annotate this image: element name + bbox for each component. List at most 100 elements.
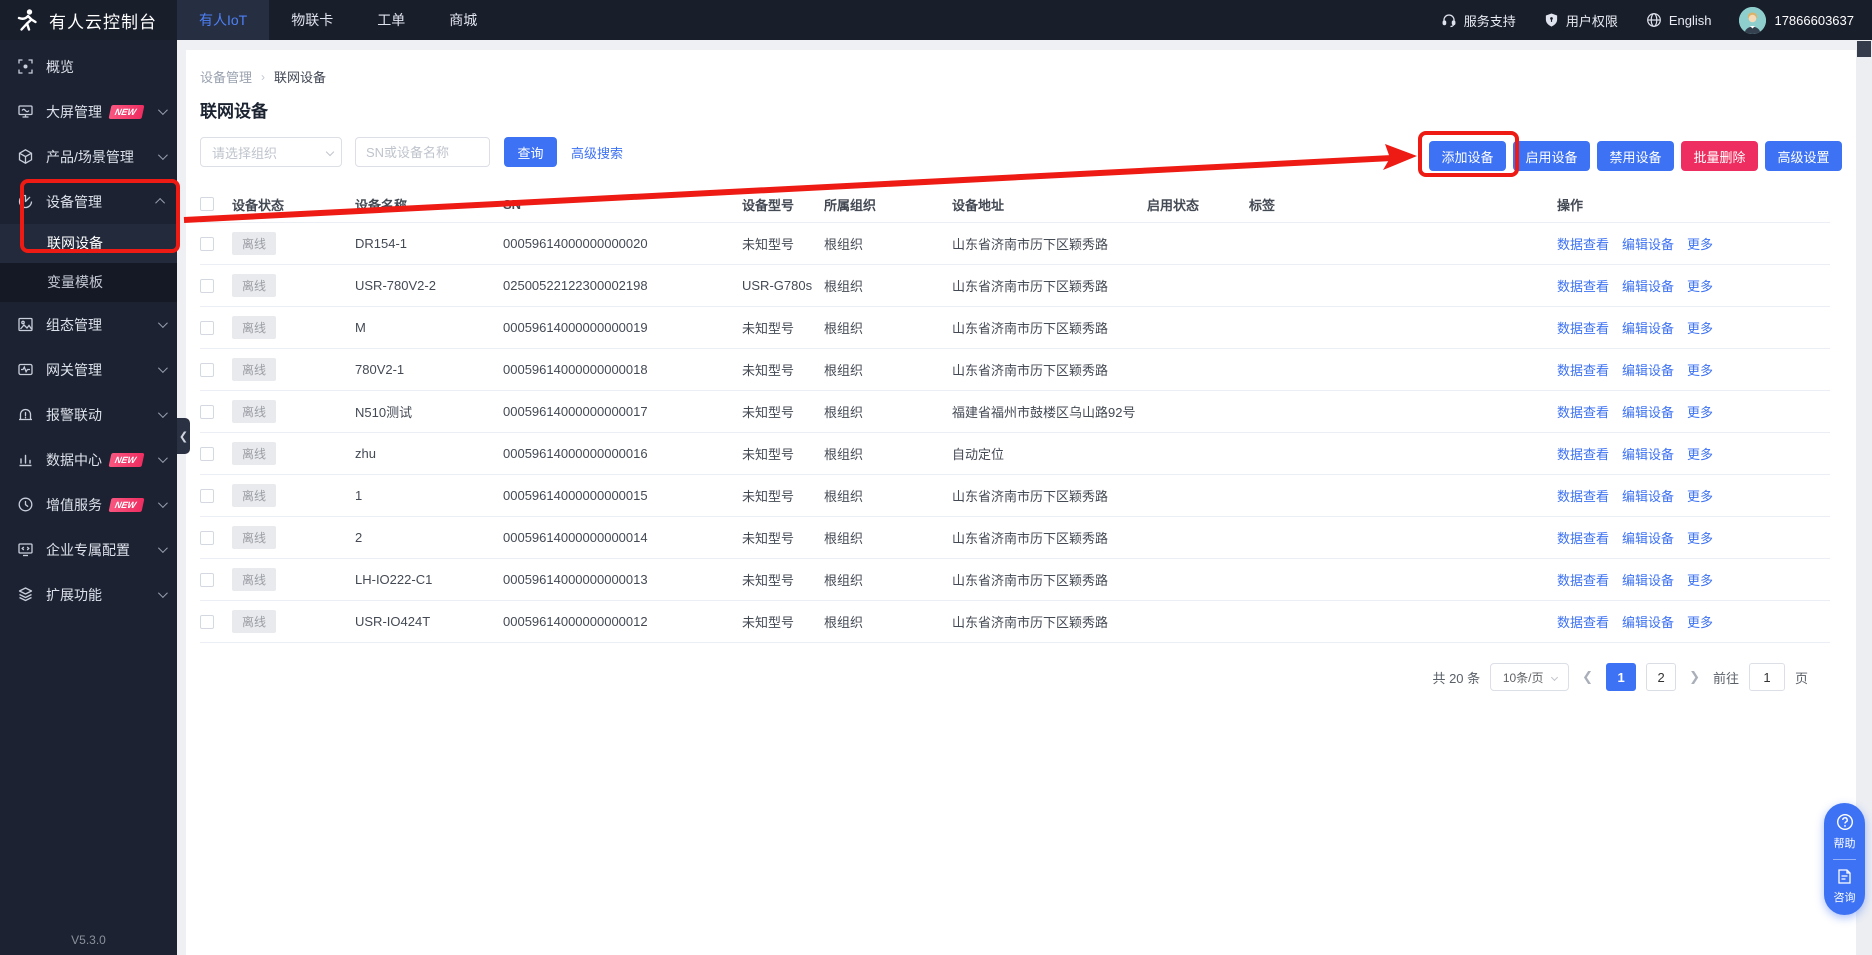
sidebar-item-overview[interactable]: 概览 [0,44,177,89]
query-button[interactable]: 查询 [504,137,557,167]
row-checkbox[interactable] [200,363,214,377]
tab-work-order[interactable]: 工单 [355,0,427,40]
consult-label[interactable]: 咨询 [1834,889,1856,905]
more-link[interactable]: 更多 [1687,318,1713,337]
view-data-link[interactable]: 数据查看 [1557,318,1609,337]
view-data-link[interactable]: 数据查看 [1557,570,1609,589]
enable-device-button[interactable]: 启用设备 [1513,141,1590,171]
sidebar-item-alarm-linkage[interactable]: 报警联动 [0,392,177,437]
edit-device-link[interactable]: 编辑设备 [1622,234,1674,253]
tab-iot-card[interactable]: 物联卡 [269,0,355,40]
sidebar-item-scada-mgmt[interactable]: 组态管理 [0,302,177,347]
row-checkbox[interactable] [200,615,214,629]
row-checkbox[interactable] [200,447,214,461]
chevron-down-icon [326,148,334,156]
status-badge: 离线 [232,442,276,465]
sidebar-item-device-mgmt[interactable]: 设备管理 [0,179,177,224]
more-link[interactable]: 更多 [1687,570,1713,589]
row-checkbox[interactable] [200,573,214,587]
page-button-1[interactable]: 1 [1606,663,1636,691]
more-link[interactable]: 更多 [1687,234,1713,253]
prev-page-button[interactable]: ❮ [1579,669,1596,685]
advanced-search-link[interactable]: 高级搜索 [571,143,623,162]
user-permissions-link[interactable]: 用户权限 [1544,11,1618,30]
page-button-2[interactable]: 2 [1646,663,1676,691]
batch-delete-button[interactable]: 批量删除 [1681,141,1758,171]
top-nav-tabs: 有人IoT 物联卡 工单 商城 [177,0,499,40]
view-data-link[interactable]: 数据查看 [1557,444,1609,463]
view-data-link[interactable]: 数据查看 [1557,276,1609,295]
goto-page-input[interactable] [1749,663,1785,691]
view-data-link[interactable]: 数据查看 [1557,486,1609,505]
edit-device-link[interactable]: 编辑设备 [1622,276,1674,295]
sidebar-item-screen-mgmt[interactable]: 大屏管理 NEW [0,89,177,134]
device-sn: 02500522122300002198 [503,278,742,293]
sidebar-item-value-added-services[interactable]: 增值服务 NEW [0,482,177,527]
language-switcher[interactable]: English [1646,12,1712,28]
next-page-button[interactable]: ❯ [1686,669,1703,685]
select-all-checkbox[interactable] [200,197,214,211]
service-support-link[interactable]: 服务支持 [1441,11,1516,30]
row-checkbox[interactable] [200,405,214,419]
sidebar-item-networked-devices[interactable]: 联网设备 [0,224,177,263]
more-link[interactable]: 更多 [1687,612,1713,631]
sn-search-input[interactable] [355,137,490,167]
device-address: 福建省福州市鼓楼区乌山路92号 [952,402,1147,421]
more-link[interactable]: 更多 [1687,528,1713,547]
view-data-link[interactable]: 数据查看 [1557,528,1609,547]
device-name: zhu [355,446,503,461]
edit-device-link[interactable]: 编辑设备 [1622,612,1674,631]
edit-device-link[interactable]: 编辑设备 [1622,528,1674,547]
chevron-down-icon [158,453,168,463]
more-link[interactable]: 更多 [1687,402,1713,421]
page-size-select[interactable]: 10条/页 [1490,663,1569,691]
device-name: DR154-1 [355,236,503,251]
row-checkbox[interactable] [200,237,214,251]
table-row: 离线 USR-780V2-2 02500522122300002198 USR-… [200,265,1830,307]
sidebar-item-enterprise-config[interactable]: 企业专属配置 [0,527,177,572]
help-widget[interactable]: 帮助 咨询 [1824,803,1865,915]
advanced-settings-button[interactable]: 高级设置 [1765,141,1842,171]
table-header-row: 设备状态 设备名称 SN 设备型号 所属组织 设备地址 启用状态 标签 操作 [200,186,1830,223]
help-label[interactable]: 帮助 [1834,835,1856,851]
more-link[interactable]: 更多 [1687,444,1713,463]
new-badge: NEW [109,453,145,467]
view-data-link[interactable]: 数据查看 [1557,402,1609,421]
breadcrumb-separator: › [261,70,265,84]
more-link[interactable]: 更多 [1687,486,1713,505]
sidebar-item-variable-templates[interactable]: 变量模板 [0,263,177,302]
device-address: 山东省济南市历下区颖秀路 [952,360,1147,379]
scrollbar-thumb[interactable] [1857,41,1871,57]
more-link[interactable]: 更多 [1687,360,1713,379]
sidebar-collapse-handle[interactable]: ❮ [177,418,190,454]
user-account[interactable]: 17866603637 [1739,7,1854,34]
breadcrumb-parent[interactable]: 设备管理 [200,67,252,86]
view-data-link[interactable]: 数据查看 [1557,360,1609,379]
tab-usr-iot[interactable]: 有人IoT [177,0,269,40]
sidebar-item-extended-functions[interactable]: 扩展功能 [0,572,177,617]
table-row: 离线 2 00059614000000000014 未知型号 根组织 山东省济南… [200,517,1830,559]
add-device-button[interactable]: 添加设备 [1429,141,1506,171]
row-checkbox[interactable] [200,321,214,335]
edit-device-link[interactable]: 编辑设备 [1622,486,1674,505]
row-checkbox[interactable] [200,279,214,293]
shield-icon [1544,12,1559,28]
sidebar-item-gateway-mgmt[interactable]: 网关管理 [0,347,177,392]
org-select[interactable]: 请选择组织 [200,137,342,167]
chevron-down-icon [158,498,168,508]
view-data-link[interactable]: 数据查看 [1557,234,1609,253]
document-icon [1836,868,1853,885]
row-checkbox[interactable] [200,531,214,545]
edit-device-link[interactable]: 编辑设备 [1622,360,1674,379]
tab-mall[interactable]: 商城 [427,0,499,40]
disable-device-button[interactable]: 禁用设备 [1597,141,1674,171]
view-data-link[interactable]: 数据查看 [1557,612,1609,631]
sidebar-item-product-scene[interactable]: 产品/场景管理 [0,134,177,179]
edit-device-link[interactable]: 编辑设备 [1622,444,1674,463]
edit-device-link[interactable]: 编辑设备 [1622,570,1674,589]
more-link[interactable]: 更多 [1687,276,1713,295]
row-checkbox[interactable] [200,489,214,503]
edit-device-link[interactable]: 编辑设备 [1622,402,1674,421]
sidebar-item-data-center[interactable]: 数据中心 NEW [0,437,177,482]
edit-device-link[interactable]: 编辑设备 [1622,318,1674,337]
